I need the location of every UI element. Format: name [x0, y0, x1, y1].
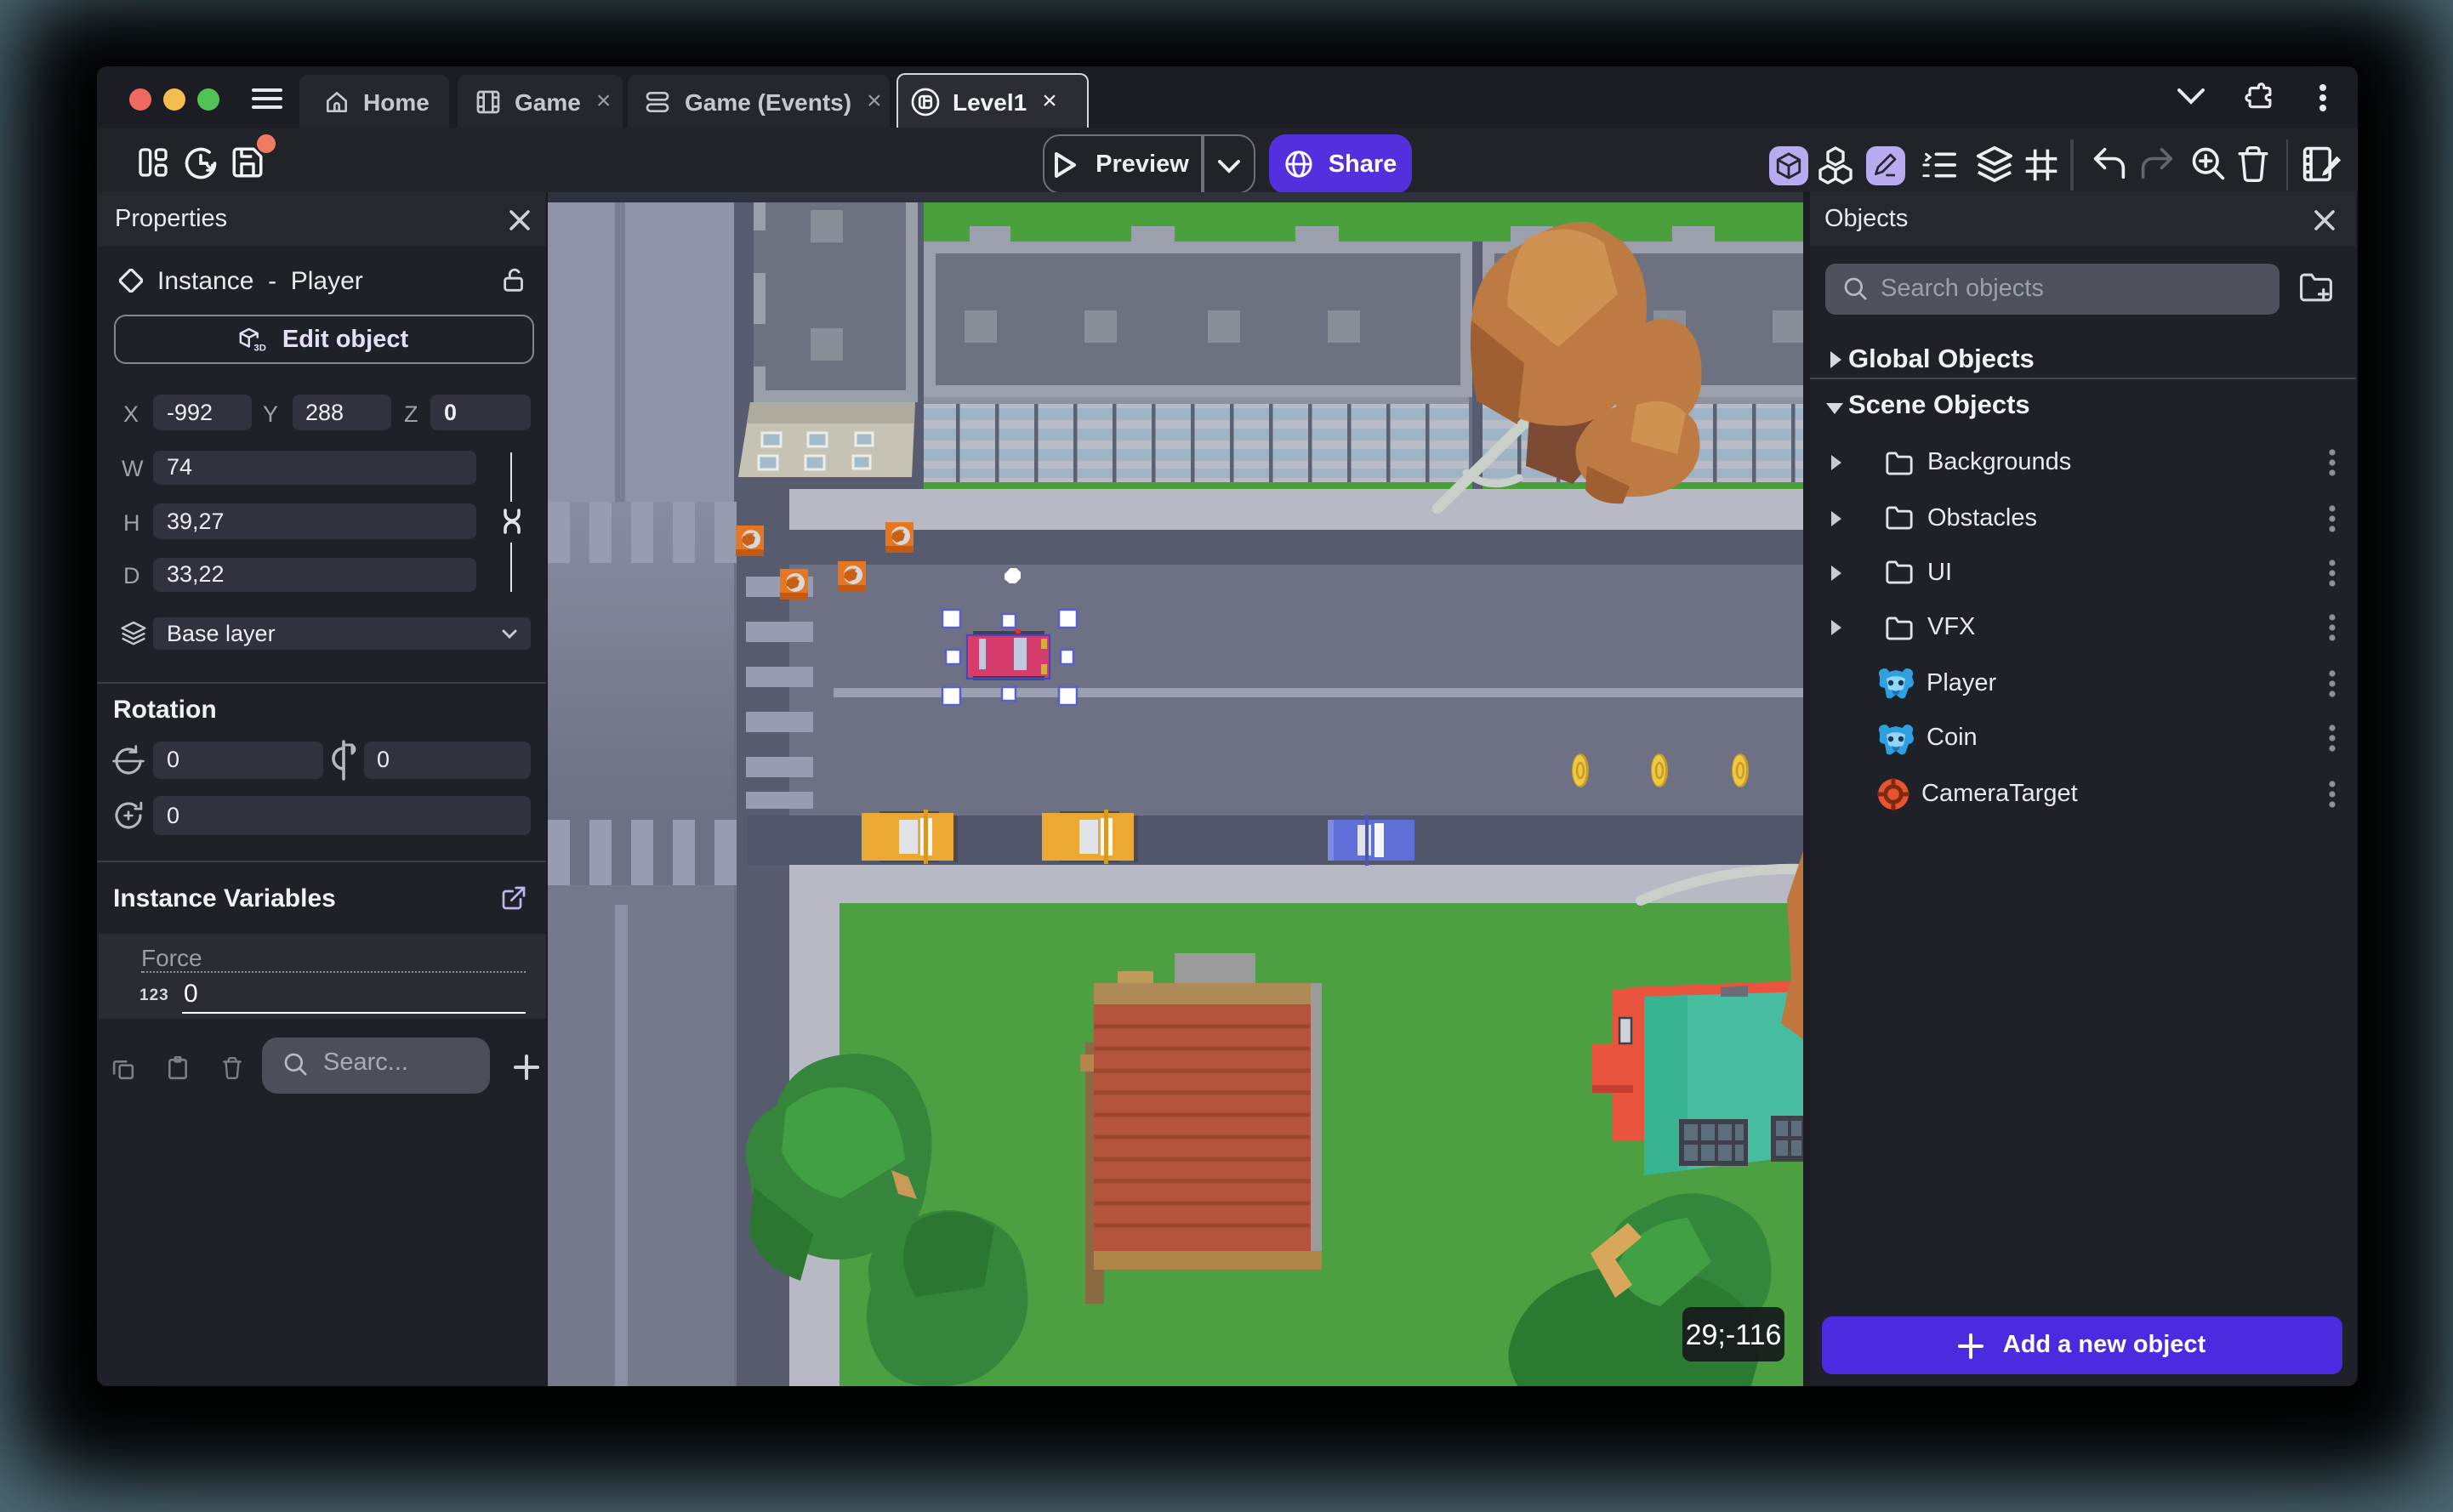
svg-text:3D: 3D — [253, 343, 265, 352]
svg-text:29;-116: 29;-116 — [1685, 1318, 1781, 1350]
